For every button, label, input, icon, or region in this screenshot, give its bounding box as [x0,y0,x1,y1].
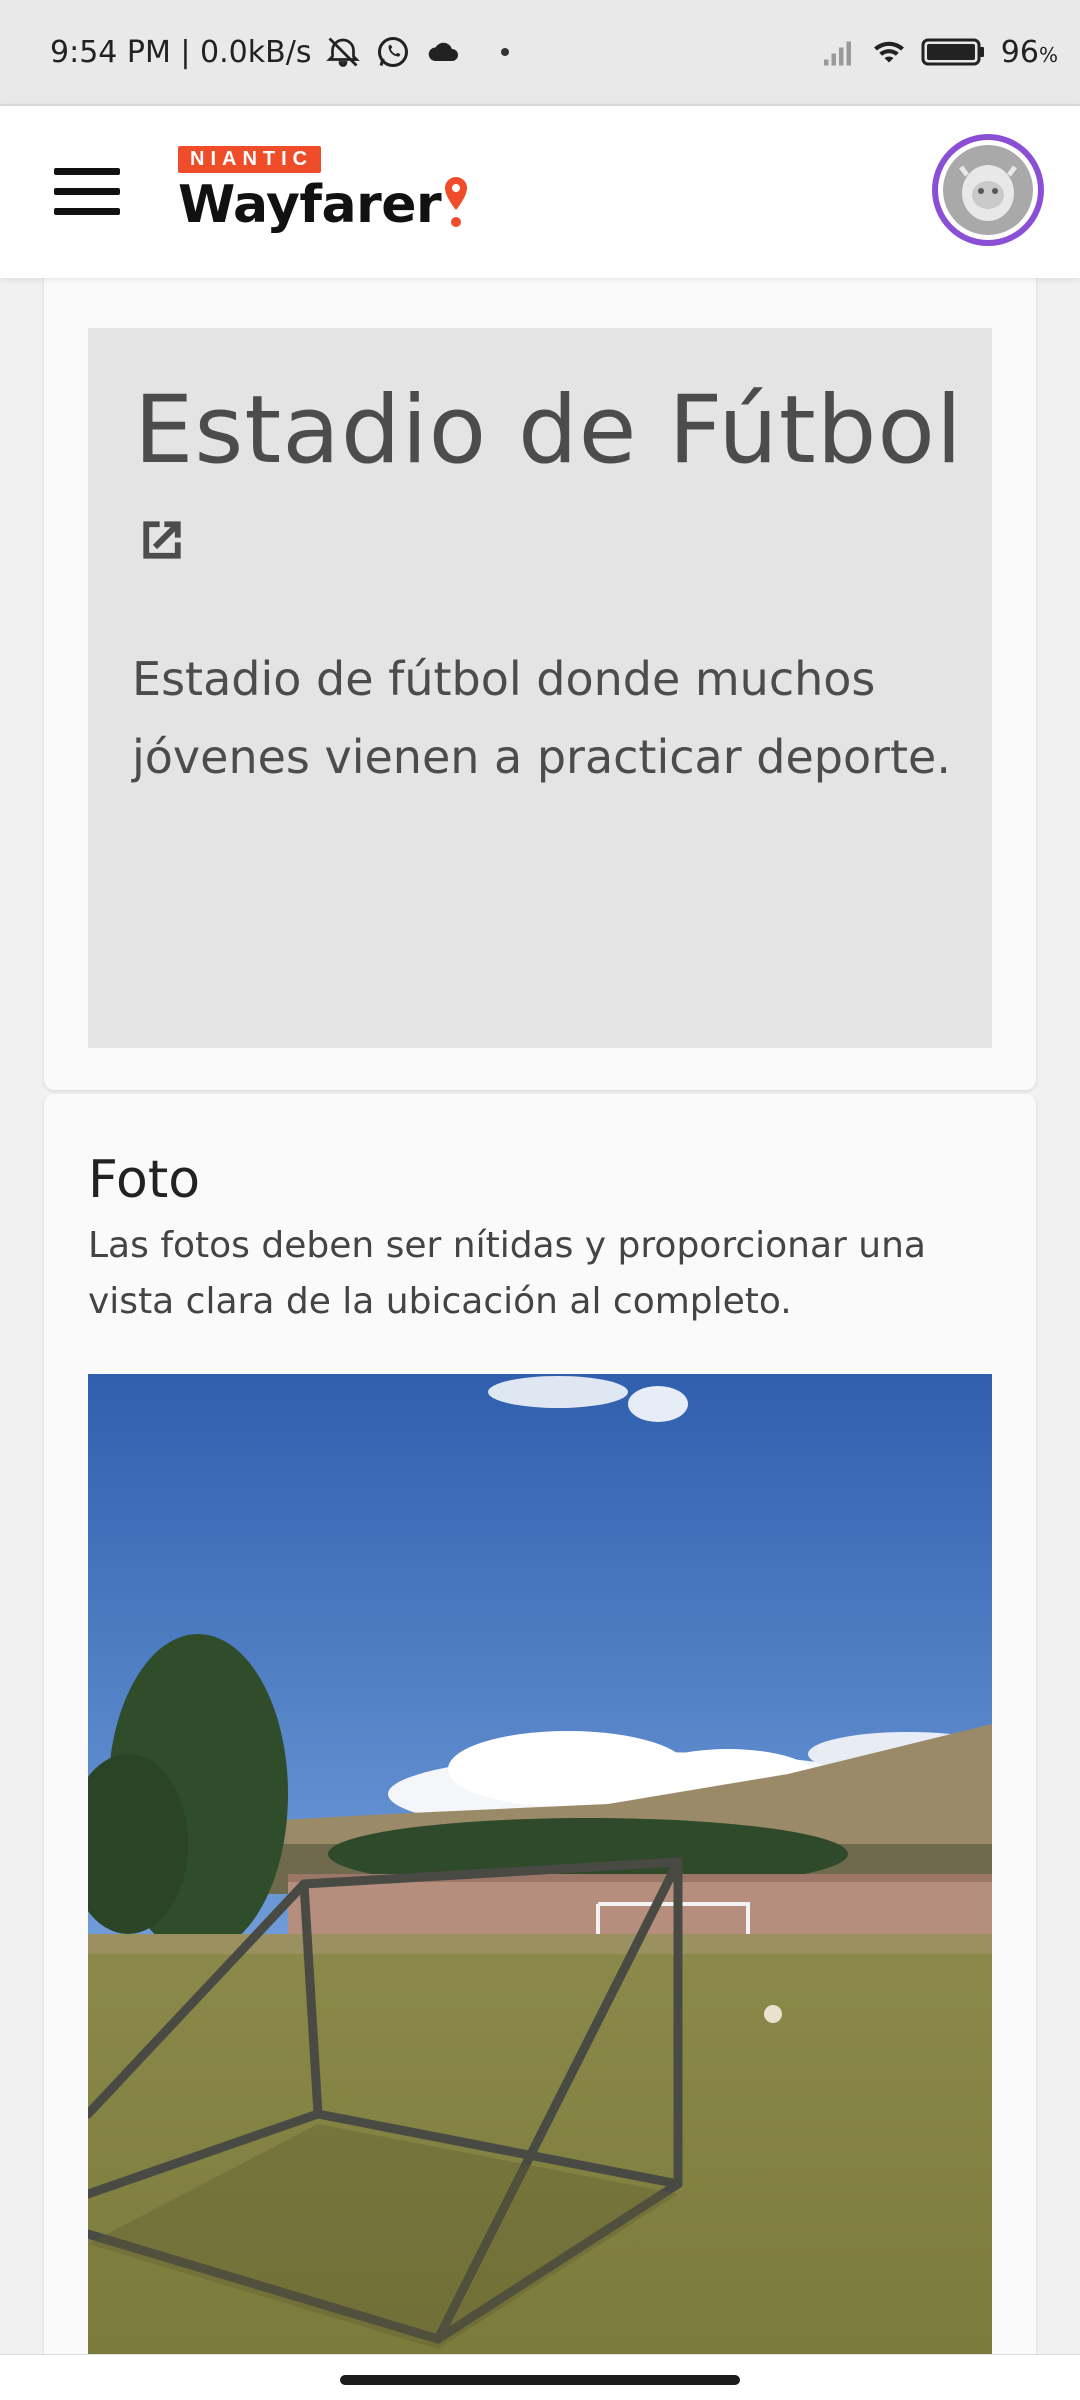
alarm-off-icon [326,37,361,67]
notification-dot [501,48,510,56]
system-nav-bar [0,2354,1080,2400]
avatar-image [943,145,1033,235]
poi-photo[interactable] [88,1374,992,2374]
status-bar-right: 96% [821,34,1058,70]
photo-card: Foto Las fotos deben ser nítidas y propo… [44,1094,1036,2394]
cloud-icon [429,42,459,61]
niantic-badge: NIANTIC [178,146,322,173]
user-avatar[interactable] [932,134,1044,246]
wayfarer-logo[interactable]: NIANTIC Wayfarer [178,146,469,235]
brand-name: Wayfarer [178,175,442,235]
poi-title-panel: Estadio de Fútbol Estadio de fútbol dond… [88,328,992,1048]
home-gesture-handle[interactable] [340,2375,740,2385]
menu-icon-line [54,208,120,215]
status-bar-left: 9:54 PM | 0.0kB/s [50,34,510,70]
soccer-field-photo [88,1374,992,2374]
brand-wordmark: Wayfarer [178,175,469,235]
whatsapp-icon [378,37,409,67]
status-bar: 9:54 PM | 0.0kB/s 96% [0,0,1080,104]
menu-icon-line [54,168,120,175]
wifi-icon [873,41,904,63]
photo-section-description: Las fotos deben ser nítidas y proporcion… [88,1225,926,1322]
open-in-new-icon[interactable] [134,512,190,568]
photo-section-title: Foto [88,1150,201,1210]
poi-title: Estadio de Fútbol [134,376,964,485]
menu-icon-line [54,188,120,195]
poi-description: Estadio de fútbol donde muchos jóvenes v… [132,652,951,784]
signal-icon [823,41,851,66]
battery-level: 96% [1000,34,1058,70]
yeti-icon [959,165,1017,221]
status-time-speed: 9:54 PM | 0.0kB/s [50,34,312,70]
poi-card: Estadio de Fútbol Estadio de fútbol dond… [44,230,1036,1090]
menu-button[interactable] [54,168,122,218]
app-header: NIANTIC Wayfarer [0,104,1080,278]
battery-icon [921,38,984,66]
location-pin-icon [445,177,468,227]
